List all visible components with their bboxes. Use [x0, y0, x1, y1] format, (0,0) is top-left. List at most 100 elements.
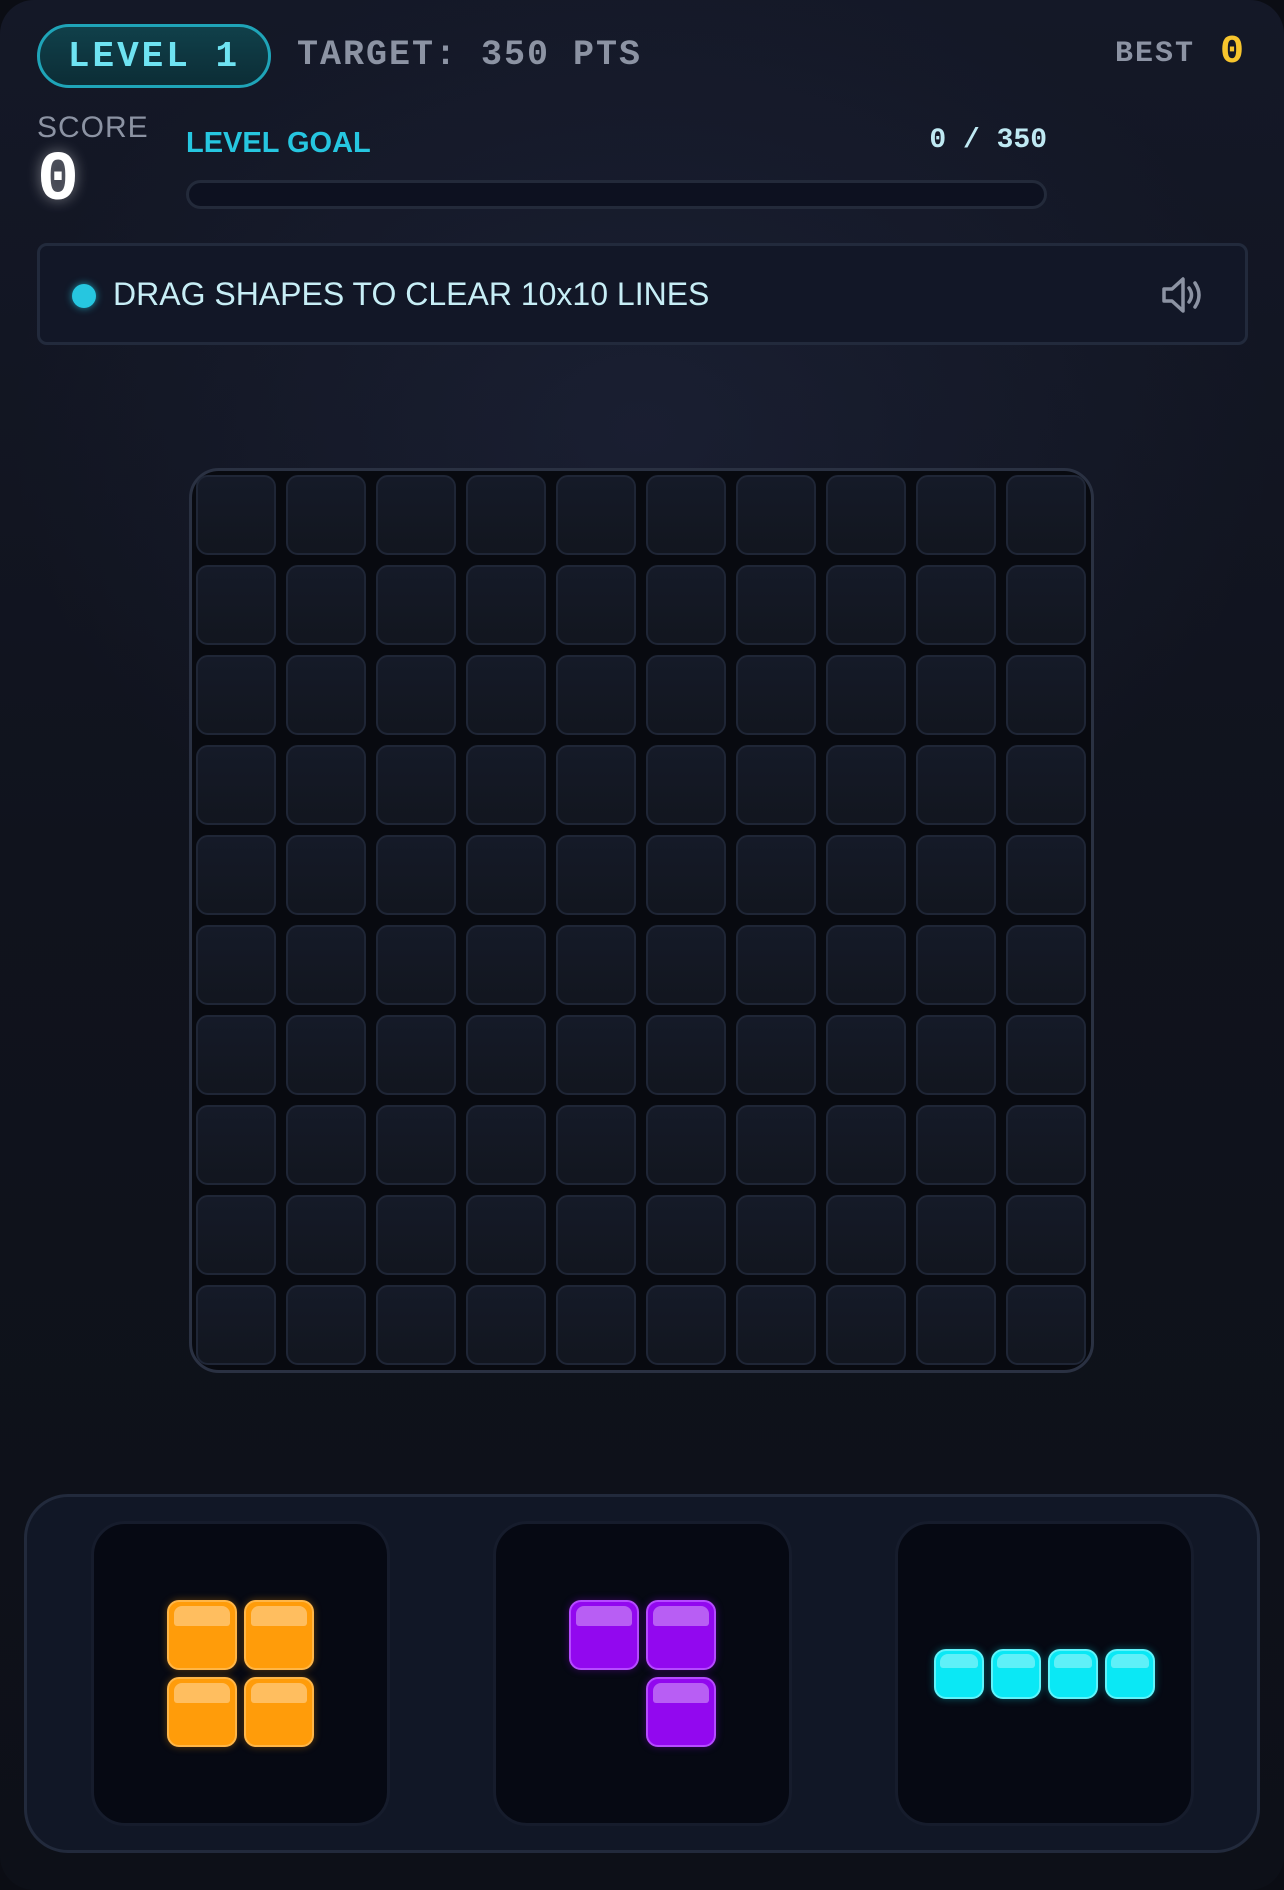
board-cell[interactable] [286, 835, 366, 915]
board-cell[interactable] [286, 655, 366, 735]
board-cell[interactable] [196, 1285, 276, 1365]
board-cell[interactable] [196, 475, 276, 555]
board-cell[interactable] [916, 1105, 996, 1185]
board-cell[interactable] [916, 655, 996, 735]
board-cell[interactable] [196, 1105, 276, 1185]
board-cell[interactable] [376, 835, 456, 915]
board-cell[interactable] [556, 565, 636, 645]
board-cell[interactable] [466, 1105, 546, 1185]
corner-3-block[interactable] [569, 1600, 639, 1670]
board-cell[interactable] [1006, 1285, 1086, 1365]
board-cell[interactable] [826, 1285, 906, 1365]
board-cell[interactable] [286, 925, 366, 1005]
board-cell[interactable] [826, 925, 906, 1005]
board-cell[interactable] [1006, 1195, 1086, 1275]
board-cell[interactable] [646, 565, 726, 645]
board-cell[interactable] [556, 925, 636, 1005]
game-board[interactable] [189, 468, 1094, 1373]
square-2x2-block[interactable] [244, 1677, 314, 1747]
board-cell[interactable] [826, 1015, 906, 1095]
board-cell[interactable] [646, 475, 726, 555]
board-cell[interactable] [826, 1105, 906, 1185]
board-cell[interactable] [376, 655, 456, 735]
board-cell[interactable] [916, 835, 996, 915]
board-cell[interactable] [1006, 475, 1086, 555]
line-4-block[interactable] [991, 1648, 1041, 1699]
board-cell[interactable] [286, 565, 366, 645]
board-cell[interactable] [826, 655, 906, 735]
piece-slot-1[interactable] [91, 1521, 390, 1826]
board-cell[interactable] [646, 925, 726, 1005]
board-cell[interactable] [466, 565, 546, 645]
board-cell[interactable] [466, 925, 546, 1005]
board-cell[interactable] [556, 475, 636, 555]
board-cell[interactable] [1006, 835, 1086, 915]
board-cell[interactable] [736, 1015, 816, 1095]
board-cell[interactable] [556, 655, 636, 735]
square-2x2-block[interactable] [167, 1677, 237, 1747]
square-2x2-block[interactable] [167, 1600, 237, 1670]
board-cell[interactable] [736, 1105, 816, 1185]
board-cell[interactable] [286, 1015, 366, 1095]
board-cell[interactable] [1006, 925, 1086, 1005]
board-cell[interactable] [736, 1195, 816, 1275]
board-cell[interactable] [286, 1285, 366, 1365]
board-cell[interactable] [916, 745, 996, 825]
board-cell[interactable] [376, 1105, 456, 1185]
board-cell[interactable] [1006, 1105, 1086, 1185]
board-cell[interactable] [196, 565, 276, 645]
board-cell[interactable] [826, 565, 906, 645]
board-cell[interactable] [556, 1195, 636, 1275]
square-2x2-block[interactable] [244, 1600, 314, 1670]
board-cell[interactable] [466, 1285, 546, 1365]
board-cell[interactable] [916, 1015, 996, 1095]
board-cell[interactable] [376, 925, 456, 1005]
board-cell[interactable] [196, 745, 276, 825]
board-cell[interactable] [646, 835, 726, 915]
sound-toggle-button[interactable] [1158, 272, 1208, 318]
board-cell[interactable] [736, 475, 816, 555]
board-cell[interactable] [466, 745, 546, 825]
board-cell[interactable] [736, 925, 816, 1005]
board-cell[interactable] [556, 835, 636, 915]
board-cell[interactable] [376, 745, 456, 825]
line-4-block[interactable] [934, 1648, 984, 1699]
board-cell[interactable] [646, 1015, 726, 1095]
board-cell[interactable] [376, 1195, 456, 1275]
board-cell[interactable] [196, 1195, 276, 1275]
board-cell[interactable] [1006, 655, 1086, 735]
board-cell[interactable] [736, 655, 816, 735]
board-cell[interactable] [736, 835, 816, 915]
board-cell[interactable] [286, 745, 366, 825]
board-cell[interactable] [466, 835, 546, 915]
board-cell[interactable] [196, 1015, 276, 1095]
board-cell[interactable] [826, 1195, 906, 1275]
board-cell[interactable] [286, 475, 366, 555]
board-cell[interactable] [646, 745, 726, 825]
corner-3-block[interactable] [646, 1677, 716, 1747]
board-cell[interactable] [646, 1105, 726, 1185]
board-cell[interactable] [1006, 1015, 1086, 1095]
board-cell[interactable] [736, 745, 816, 825]
board-cell[interactable] [466, 475, 546, 555]
piece-slot-3[interactable] [895, 1521, 1194, 1826]
board-cell[interactable] [646, 1195, 726, 1275]
board-cell[interactable] [826, 475, 906, 555]
board-cell[interactable] [736, 1285, 816, 1365]
board-cell[interactable] [646, 655, 726, 735]
line-4-block[interactable] [1105, 1648, 1155, 1699]
line-4-block[interactable] [1048, 1648, 1098, 1699]
board-cell[interactable] [826, 835, 906, 915]
board-cell[interactable] [916, 1285, 996, 1365]
board-cell[interactable] [916, 1195, 996, 1275]
board-cell[interactable] [376, 565, 456, 645]
board-cell[interactable] [916, 475, 996, 555]
board-cell[interactable] [376, 1285, 456, 1365]
board-cell[interactable] [466, 1015, 546, 1095]
board-cell[interactable] [196, 835, 276, 915]
board-cell[interactable] [556, 1285, 636, 1365]
board-cell[interactable] [916, 565, 996, 645]
board-cell[interactable] [646, 1285, 726, 1365]
board-cell[interactable] [286, 1195, 366, 1275]
board-cell[interactable] [376, 1015, 456, 1095]
